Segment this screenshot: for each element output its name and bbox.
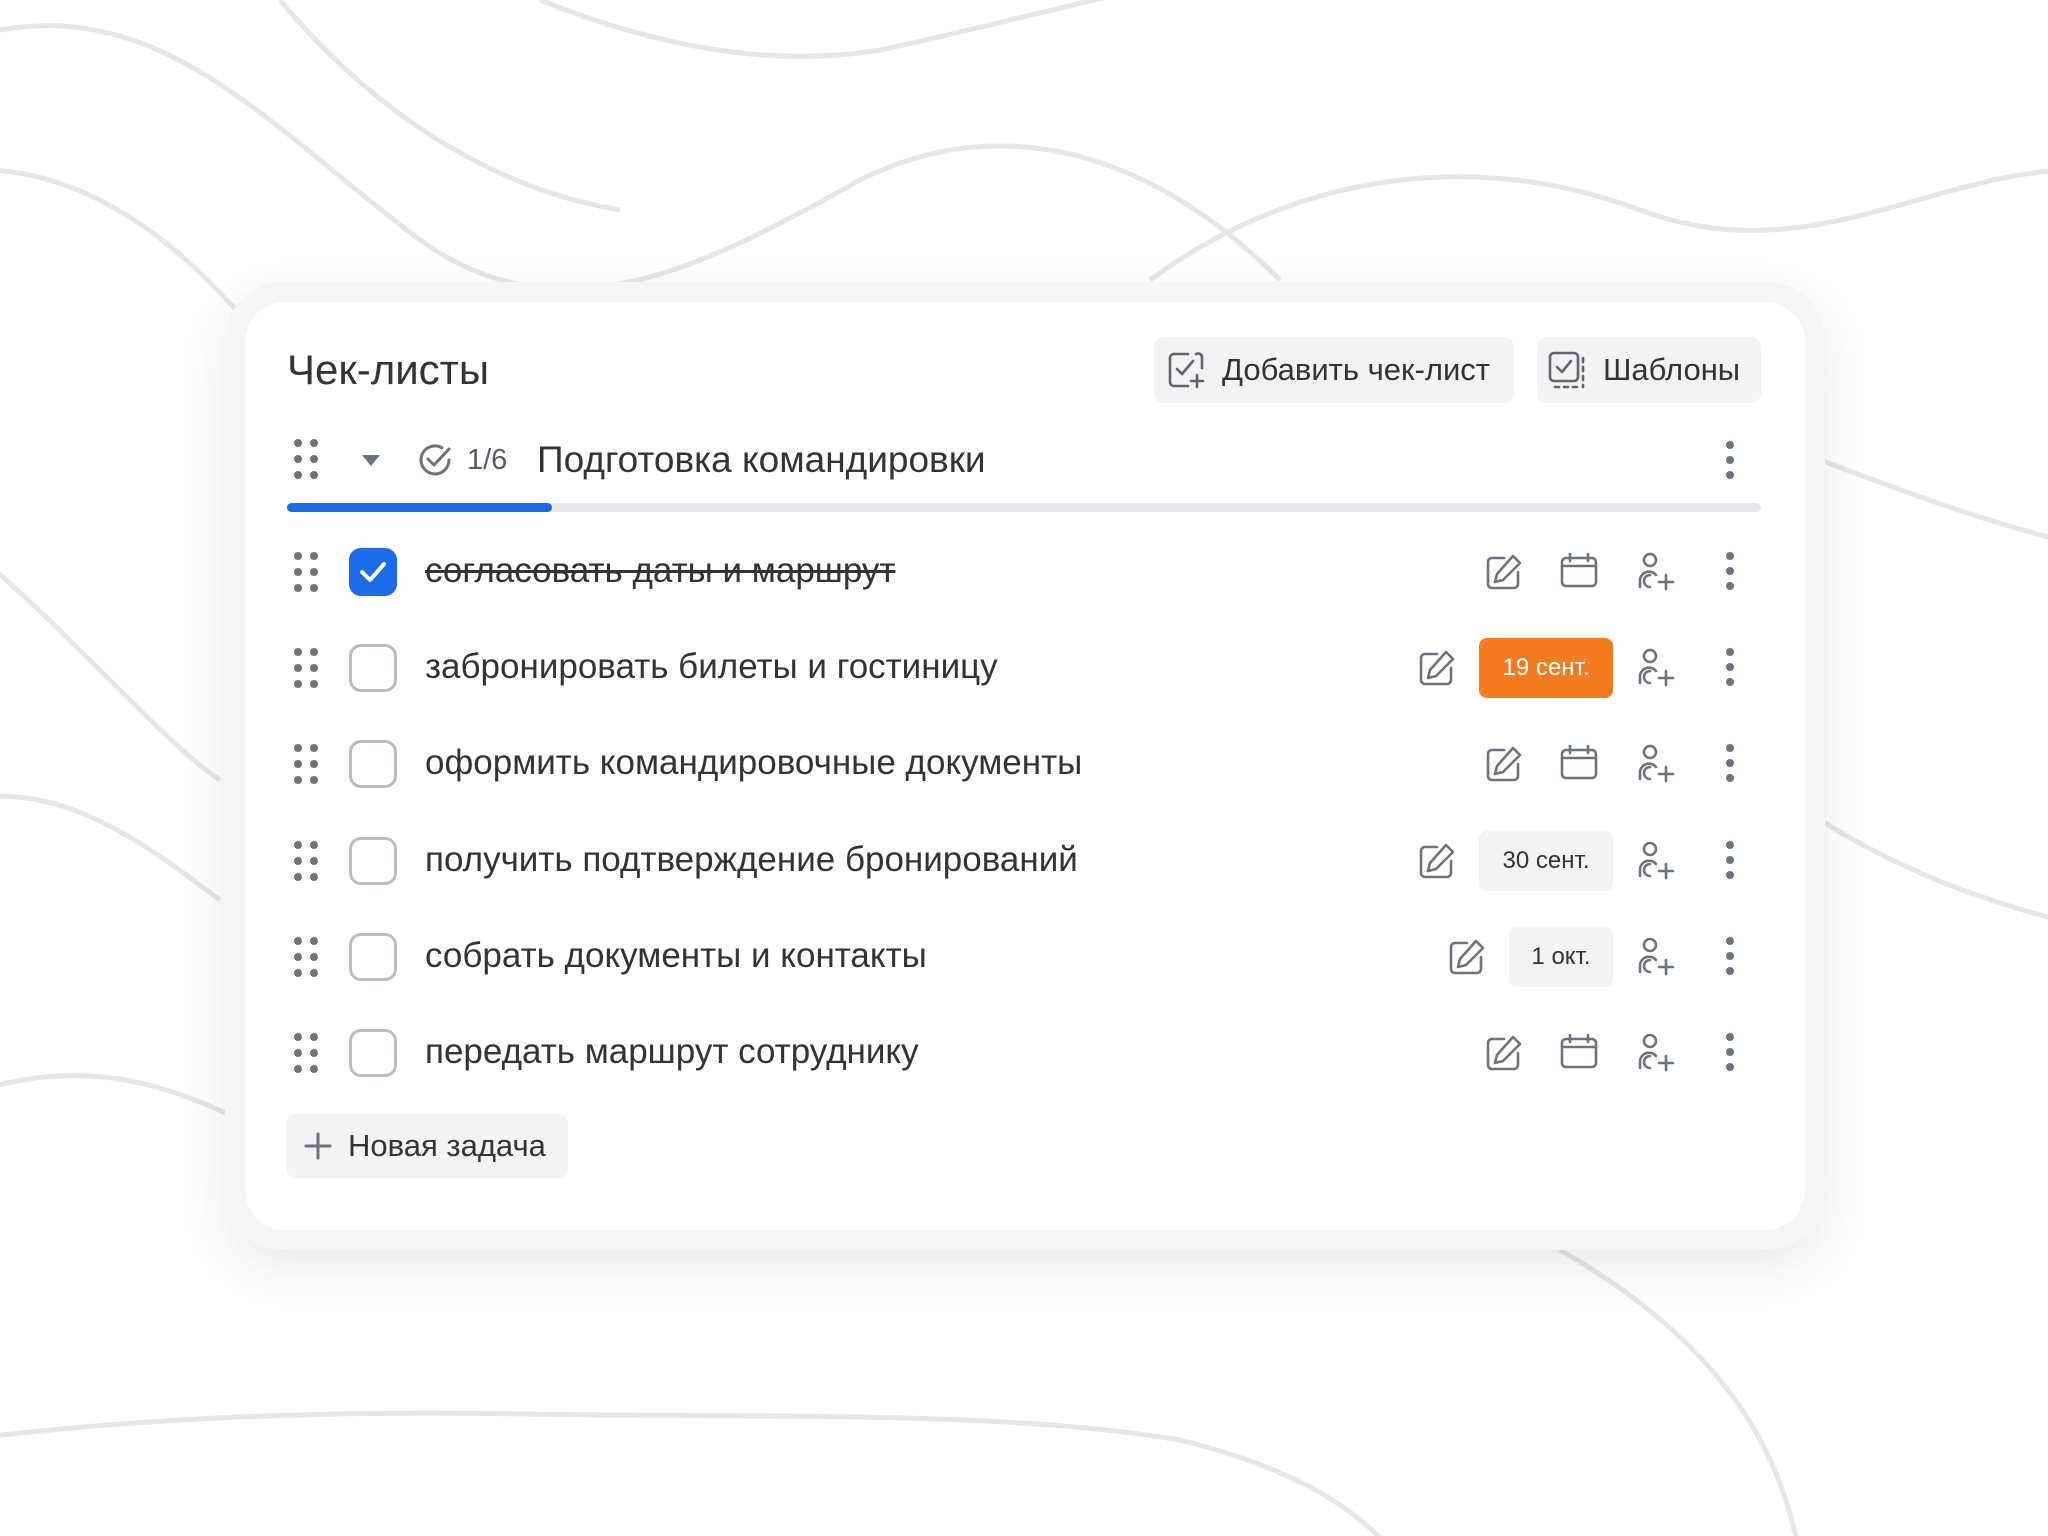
new-task-button[interactable]: Новая задача — [286, 1114, 568, 1178]
task-row: согласовать даты и маршрут — [287, 529, 1767, 609]
checklist-title[interactable]: Подготовка командировки — [537, 437, 986, 483]
due-date-badge[interactable]: 30 сент. — [1479, 831, 1613, 891]
checklist-progress-fill — [287, 503, 553, 512]
drag-handle-icon[interactable] — [293, 936, 319, 978]
task-row: оформить командировочные документы — [287, 721, 1767, 801]
user-plus-icon[interactable] — [1636, 551, 1676, 591]
drag-handle-icon[interactable] — [293, 1032, 319, 1074]
plus-icon — [304, 1132, 332, 1160]
task-checkbox[interactable] — [349, 1029, 397, 1077]
check-circle-icon — [419, 444, 451, 476]
pencil-icon[interactable] — [1447, 937, 1487, 977]
task-checkbox[interactable] — [349, 644, 397, 692]
templates-button[interactable]: Шаблоны — [1537, 337, 1761, 403]
user-plus-icon[interactable] — [1636, 1032, 1676, 1072]
drag-handle-icon[interactable] — [293, 647, 319, 689]
checklist-plus-icon — [1168, 352, 1205, 389]
user-plus-icon[interactable] — [1636, 647, 1676, 687]
pencil-icon[interactable] — [1417, 648, 1457, 688]
user-plus-icon[interactable] — [1636, 936, 1676, 976]
drag-handle-icon[interactable] — [293, 438, 319, 480]
task-row: забронировать билеты и гостиницу 19 сент. — [287, 625, 1767, 705]
drag-handle-icon[interactable] — [293, 551, 319, 593]
pencil-icon[interactable] — [1484, 744, 1524, 784]
checklist-progress-bar — [287, 503, 1761, 512]
task-checkbox[interactable] — [349, 548, 397, 596]
task-text[interactable]: оформить командировочные документы — [425, 741, 1082, 785]
drag-handle-icon[interactable] — [293, 743, 319, 785]
checkmark-icon — [360, 562, 386, 582]
more-vertical-icon[interactable] — [1723, 743, 1737, 783]
pencil-icon[interactable] — [1484, 1033, 1524, 1073]
task-row: собрать документы и контакты 1 окт. — [287, 914, 1767, 994]
due-date-badge[interactable]: 1 окт. — [1509, 927, 1613, 987]
calendar-icon[interactable] — [1559, 743, 1599, 783]
due-date-badge[interactable]: 19 сент. — [1479, 638, 1613, 698]
task-row: получить подтверждение бронирований 30 се… — [287, 818, 1767, 898]
page-title: Чек-листы — [287, 346, 490, 393]
new-task-label: Новая задача — [348, 1128, 546, 1163]
more-vertical-icon[interactable] — [1723, 840, 1737, 880]
add-checklist-button[interactable]: Добавить чек-лист — [1154, 337, 1514, 403]
task-text[interactable]: забронировать билеты и гостиницу — [425, 645, 998, 689]
task-checkbox[interactable] — [349, 933, 397, 981]
more-vertical-icon[interactable] — [1723, 1032, 1737, 1072]
pencil-icon[interactable] — [1417, 841, 1457, 881]
templates-label: Шаблоны — [1603, 352, 1741, 387]
task-checkbox[interactable] — [349, 740, 397, 788]
task-checkbox[interactable] — [349, 837, 397, 885]
task-text[interactable]: получить подтверждение бронирований — [425, 838, 1078, 882]
task-row: передать маршрут сотруднику — [287, 1010, 1767, 1090]
more-vertical-icon[interactable] — [1723, 551, 1737, 591]
add-checklist-label: Добавить чек-лист — [1222, 352, 1490, 387]
pencil-icon[interactable] — [1484, 552, 1524, 592]
more-vertical-icon[interactable] — [1723, 440, 1737, 480]
caret-down-icon[interactable] — [360, 452, 382, 468]
task-text[interactable]: передать маршрут сотруднику — [425, 1030, 919, 1074]
task-text[interactable]: согласовать даты и маршрут — [425, 549, 895, 593]
user-plus-icon[interactable] — [1636, 840, 1676, 880]
calendar-icon[interactable] — [1559, 1032, 1599, 1072]
checklist-template-icon — [1548, 351, 1585, 389]
user-plus-icon[interactable] — [1636, 743, 1676, 783]
calendar-icon[interactable] — [1559, 551, 1599, 591]
drag-handle-icon[interactable] — [293, 840, 319, 882]
task-text[interactable]: собрать документы и контакты — [425, 934, 927, 978]
more-vertical-icon[interactable] — [1723, 936, 1737, 976]
more-vertical-icon[interactable] — [1723, 647, 1737, 687]
checklist-progress-counter: 1/6 — [467, 444, 508, 476]
